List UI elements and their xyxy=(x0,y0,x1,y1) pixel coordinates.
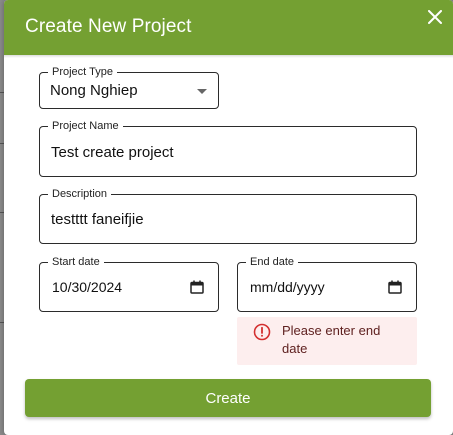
start-date-value: 10/30/2024 xyxy=(52,279,123,295)
error-icon xyxy=(253,323,271,341)
start-date-field[interactable]: Start date 10/30/2024 xyxy=(39,255,219,312)
end-date-error-alert: Please enter end date xyxy=(237,317,417,365)
description-label: Description xyxy=(48,187,112,201)
project-type-value: Nong Nghiep xyxy=(50,82,138,99)
dialog-title: Create New Project xyxy=(25,16,192,37)
close-button[interactable] xyxy=(424,6,446,28)
calendar-icon[interactable] xyxy=(388,280,402,294)
close-icon xyxy=(428,10,442,24)
project-name-field[interactable]: Project Name Test create project xyxy=(39,119,417,177)
end-date-error-text: Please enter end date xyxy=(282,323,381,356)
end-date-label: End date xyxy=(246,255,299,269)
create-button[interactable]: Create xyxy=(25,379,431,417)
end-date-field[interactable]: End date mm/dd/yyyy xyxy=(237,255,417,312)
project-name-value: Test create project xyxy=(51,144,174,161)
project-type-select[interactable]: Project Type Nong Nghiep xyxy=(39,65,219,109)
create-project-dialog: Create New Project Project Type Nong Ngh… xyxy=(4,0,453,435)
project-name-label: Project Name xyxy=(48,119,123,133)
description-value: testttt faneifjie xyxy=(51,211,144,228)
end-date-value: mm/dd/yyyy xyxy=(250,279,325,295)
dialog-header: Create New Project xyxy=(4,0,453,55)
description-field[interactable]: Description testttt faneifjie xyxy=(39,187,417,244)
header-shadow xyxy=(4,55,453,58)
project-type-label: Project Type xyxy=(48,65,117,79)
start-date-label: Start date xyxy=(48,255,104,269)
chevron-down-icon xyxy=(197,89,207,94)
calendar-icon[interactable] xyxy=(190,280,204,294)
